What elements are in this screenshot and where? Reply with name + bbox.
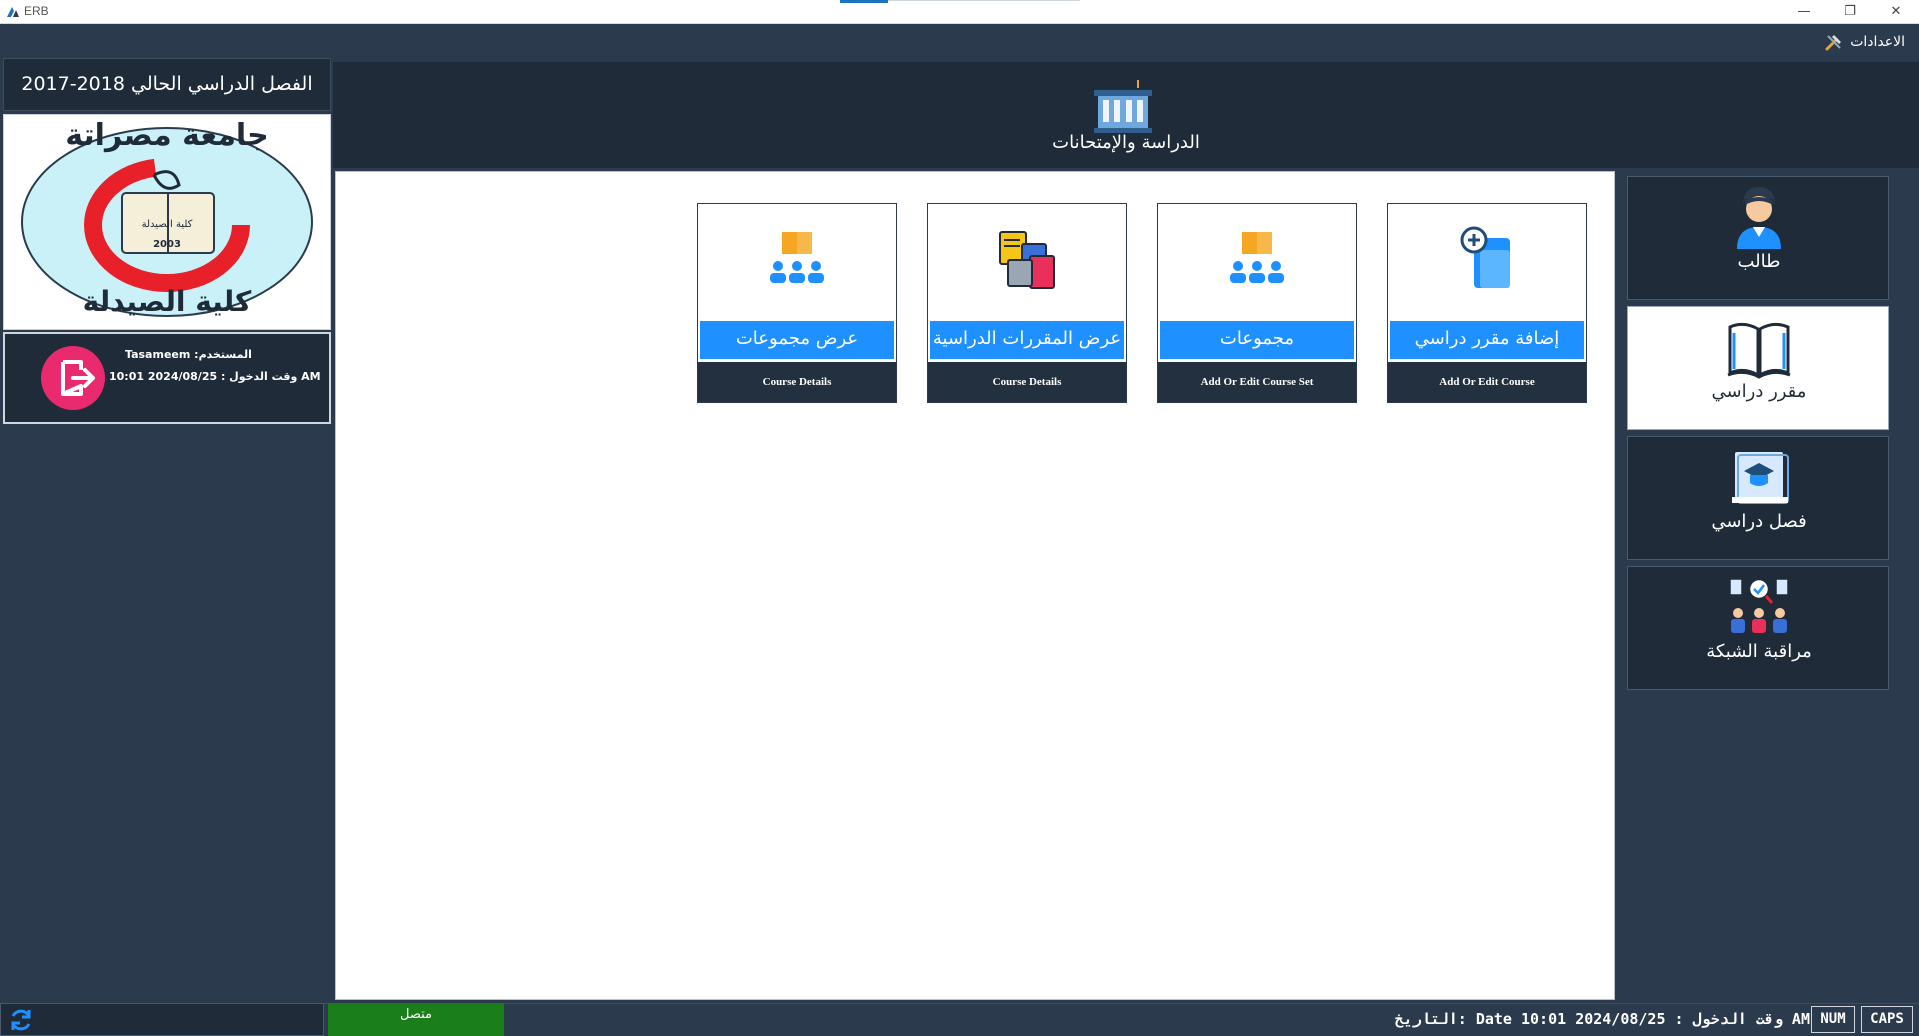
add-document-icon <box>1460 226 1510 288</box>
tab-indicator-track <box>888 0 1080 1</box>
side-navigation: طالب مقرر دراسي فصل دراسي مراقبة الشبكة <box>1620 171 1919 1000</box>
login-time-label: وقت الدخول : 2024/08/25 10:01 AM <box>109 370 321 383</box>
school-building-icon <box>1094 72 1152 133</box>
settings-label: الاعدادات <box>1850 34 1905 50</box>
status-datetime: التاريخ: Date وقت الدخول : 2024/08/25 10… <box>1394 1010 1810 1028</box>
group-book-icon <box>1230 232 1284 283</box>
refresh-panel <box>0 1003 324 1036</box>
card-subtitle: Add Or Edit Course <box>1388 362 1586 402</box>
menu-strip <box>0 24 1919 58</box>
card-subtitle: Add Or Edit Course Set <box>1158 362 1356 402</box>
username-label: Tasameem :المستخدم <box>125 348 252 361</box>
faculty-logo-icon: جامعة مصراتة كلية الصيدلة 2003 كلية الصي… <box>21 118 313 318</box>
logo-top-text: جامعة مصراتة <box>65 118 269 153</box>
nav-course[interactable]: مقرر دراسي <box>1627 306 1889 430</box>
logout-button[interactable] <box>41 346 105 410</box>
tab-indicator <box>840 0 888 3</box>
open-book-icon <box>1727 322 1791 379</box>
logo-book-text: كلية الصيدلة <box>142 219 193 230</box>
nav-label: مراقبة الشبكة <box>1706 641 1812 662</box>
title-bar: ERB — ❐ ✕ <box>0 0 1919 24</box>
nav-label: مقرر دراسي <box>1711 381 1807 402</box>
settings-menu[interactable]: الاعدادات <box>1824 31 1905 53</box>
main-content: إضافة مقرر دراسي Add Or Edit Course مجمو… <box>335 171 1615 1000</box>
user-info-panel: Tasameem :المستخدم وقت الدخول : 2024/08/… <box>3 332 331 424</box>
university-logo: جامعة مصراتة كلية الصيدلة 2003 كلية الصي… <box>3 114 331 330</box>
restore-button[interactable]: ❐ <box>1827 0 1873 24</box>
view-courses-card[interactable]: عرض المقررات الدراسية Course Details <box>927 203 1127 403</box>
refresh-icon[interactable] <box>7 1006 35 1034</box>
view-groups-card[interactable]: عرض مجموعات Course Details <box>697 203 897 403</box>
logo-bottom-text: كلية الصيدلة <box>83 285 252 318</box>
card-title: مجموعات <box>1160 321 1354 359</box>
nav-label: فصل دراسي <box>1711 511 1807 532</box>
current-semester: الفصل الدراسي الحالي 2018-2017 <box>3 58 331 111</box>
nav-network-monitor[interactable]: مراقبة الشبكة <box>1627 566 1889 690</box>
card-title: عرض مجموعات <box>700 321 894 359</box>
card-subtitle: Course Details <box>928 362 1126 402</box>
tools-icon <box>1825 35 1842 51</box>
app-logo-icon <box>7 7 19 17</box>
graduation-calendar-icon <box>1732 450 1789 504</box>
connection-status: متصل <box>328 1003 504 1036</box>
course-groups-card[interactable]: مجموعات Add Or Edit Course Set <box>1157 203 1357 403</box>
card-subtitle: Course Details <box>698 362 896 402</box>
section-header: الدراسة والإمتحانات <box>333 62 1919 168</box>
books-stack-icon <box>999 231 1055 289</box>
nav-student[interactable]: طالب <box>1627 176 1889 300</box>
add-course-card[interactable]: إضافة مقرر دراسي Add Or Edit Course <box>1387 203 1587 403</box>
logout-icon <box>61 360 95 396</box>
nav-label: طالب <box>1737 251 1781 272</box>
network-monitor-icon <box>1729 577 1789 633</box>
nav-semester[interactable]: فصل دراسي <box>1627 436 1889 560</box>
group-book-icon <box>770 232 824 283</box>
minimize-button[interactable]: — <box>1781 0 1827 24</box>
section-title: الدراسة والإمتحانات <box>1052 132 1200 153</box>
num-lock-indicator: NUM <box>1811 1006 1855 1033</box>
card-title: عرض المقررات الدراسية <box>930 321 1124 359</box>
logo-year: 2003 <box>153 239 181 250</box>
caps-lock-indicator: CAPS <box>1861 1006 1913 1033</box>
close-button[interactable]: ✕ <box>1873 0 1919 24</box>
student-icon <box>1737 187 1781 249</box>
app-title: ERB <box>24 4 49 18</box>
card-title: إضافة مقرر دراسي <box>1390 321 1584 359</box>
